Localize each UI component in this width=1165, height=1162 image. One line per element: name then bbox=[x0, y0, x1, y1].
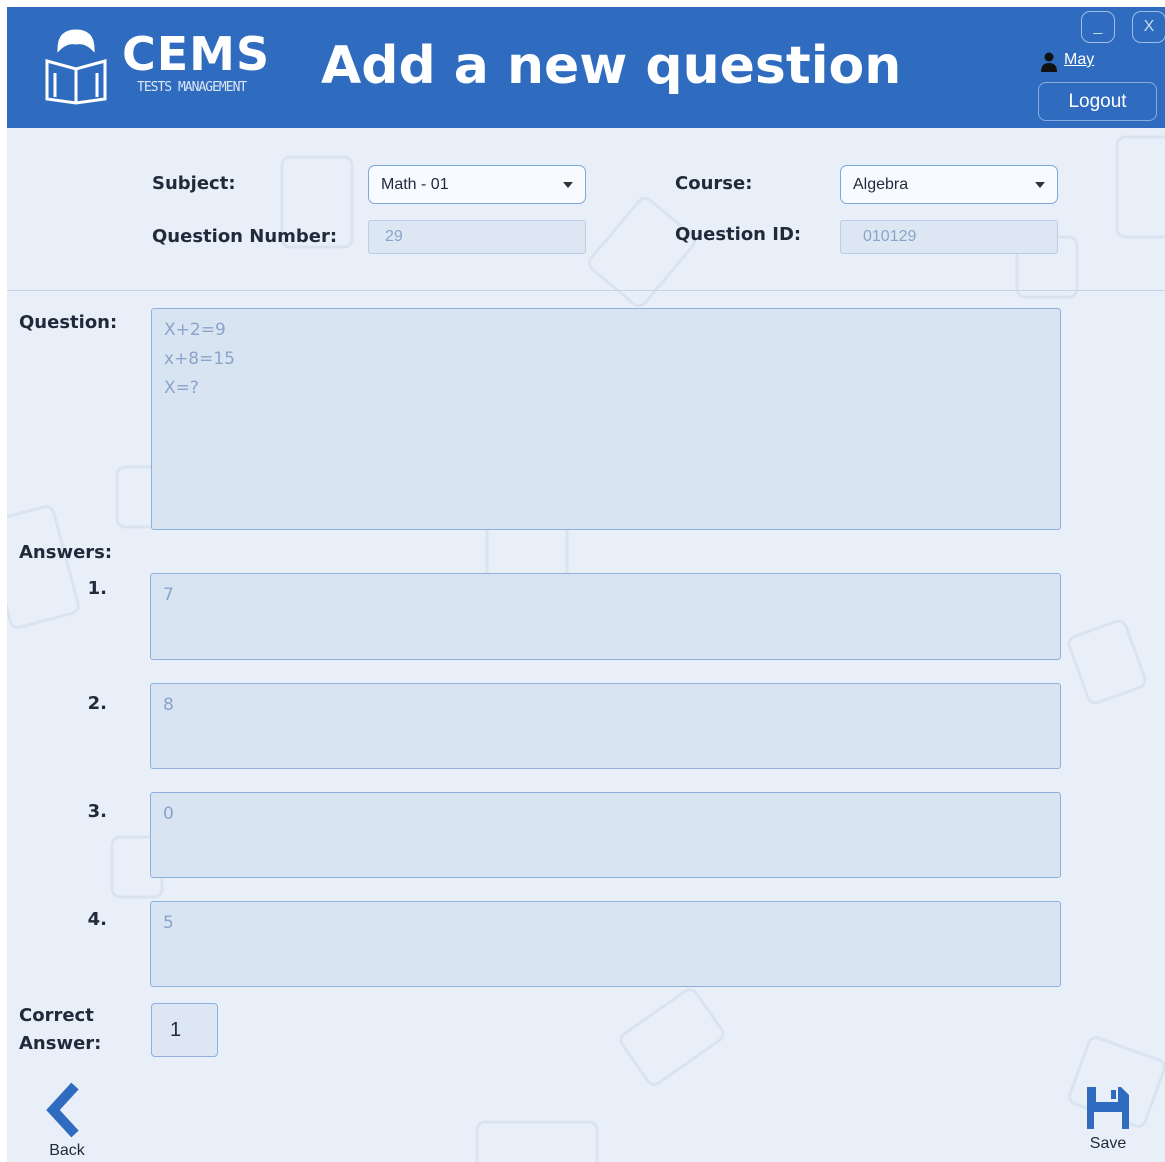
answer-4-number: 4. bbox=[87, 909, 107, 930]
logo-subtitle: TESTS MANAGEMENT bbox=[137, 80, 247, 95]
subject-value: Math - 01 bbox=[381, 175, 449, 193]
floppy-disk-icon bbox=[1087, 1087, 1129, 1129]
back-label: Back bbox=[49, 1142, 85, 1159]
chevron-down-icon bbox=[1035, 182, 1045, 188]
minimize-button[interactable]: _ bbox=[1081, 11, 1115, 43]
logo-title: CEMS bbox=[122, 27, 271, 81]
question-id-field: 010129 bbox=[840, 220, 1058, 254]
question-number-label: Question Number: bbox=[152, 226, 338, 247]
question-id-label: Question ID: bbox=[675, 224, 802, 245]
answers-label: Answers: bbox=[19, 542, 113, 563]
correct-answer-field[interactable]: 1 bbox=[151, 1003, 218, 1057]
username-link[interactable]: May bbox=[1064, 51, 1094, 69]
save-button[interactable]: Save bbox=[1085, 1085, 1131, 1153]
subject-label: Subject: bbox=[152, 173, 236, 194]
answer-2-number: 2. bbox=[87, 693, 107, 714]
correct-answer-label-line1: Correct bbox=[19, 1005, 94, 1026]
logout-button[interactable]: Logout bbox=[1038, 82, 1157, 121]
answer-1-field[interactable]: 7 bbox=[150, 573, 1061, 660]
app-window: CEMS TESTS MANAGEMENT Add a new question… bbox=[7, 7, 1165, 1162]
reader-logo-icon bbox=[45, 29, 107, 105]
section-divider bbox=[7, 290, 1165, 291]
back-button[interactable]: Back bbox=[45, 1082, 89, 1160]
chevron-down-icon bbox=[563, 182, 573, 188]
question-label: Question: bbox=[19, 312, 118, 333]
course-select[interactable]: Algebra bbox=[840, 165, 1058, 204]
answer-1-number: 1. bbox=[87, 578, 107, 599]
answer-2-field[interactable]: 8 bbox=[150, 683, 1061, 769]
course-value: Algebra bbox=[853, 175, 909, 193]
correct-answer-label-line2: Answer: bbox=[19, 1033, 102, 1054]
chevron-left-icon bbox=[46, 1082, 79, 1138]
header-bar: CEMS TESTS MANAGEMENT Add a new question… bbox=[7, 7, 1165, 128]
save-label: Save bbox=[1089, 1135, 1127, 1152]
question-number-field: 29 bbox=[368, 220, 586, 254]
subject-select[interactable]: Math - 01 bbox=[368, 165, 586, 204]
answer-3-number: 3. bbox=[87, 801, 107, 822]
user-icon bbox=[1041, 52, 1057, 72]
page-title: Add a new question bbox=[321, 36, 902, 96]
answer-4-field[interactable]: 5 bbox=[150, 901, 1061, 987]
close-button[interactable]: X bbox=[1132, 11, 1165, 43]
answer-3-field[interactable]: 0 bbox=[150, 792, 1061, 878]
course-label: Course: bbox=[675, 173, 753, 194]
question-textarea[interactable]: X+2=9 x+8=15 X=? bbox=[151, 308, 1061, 530]
